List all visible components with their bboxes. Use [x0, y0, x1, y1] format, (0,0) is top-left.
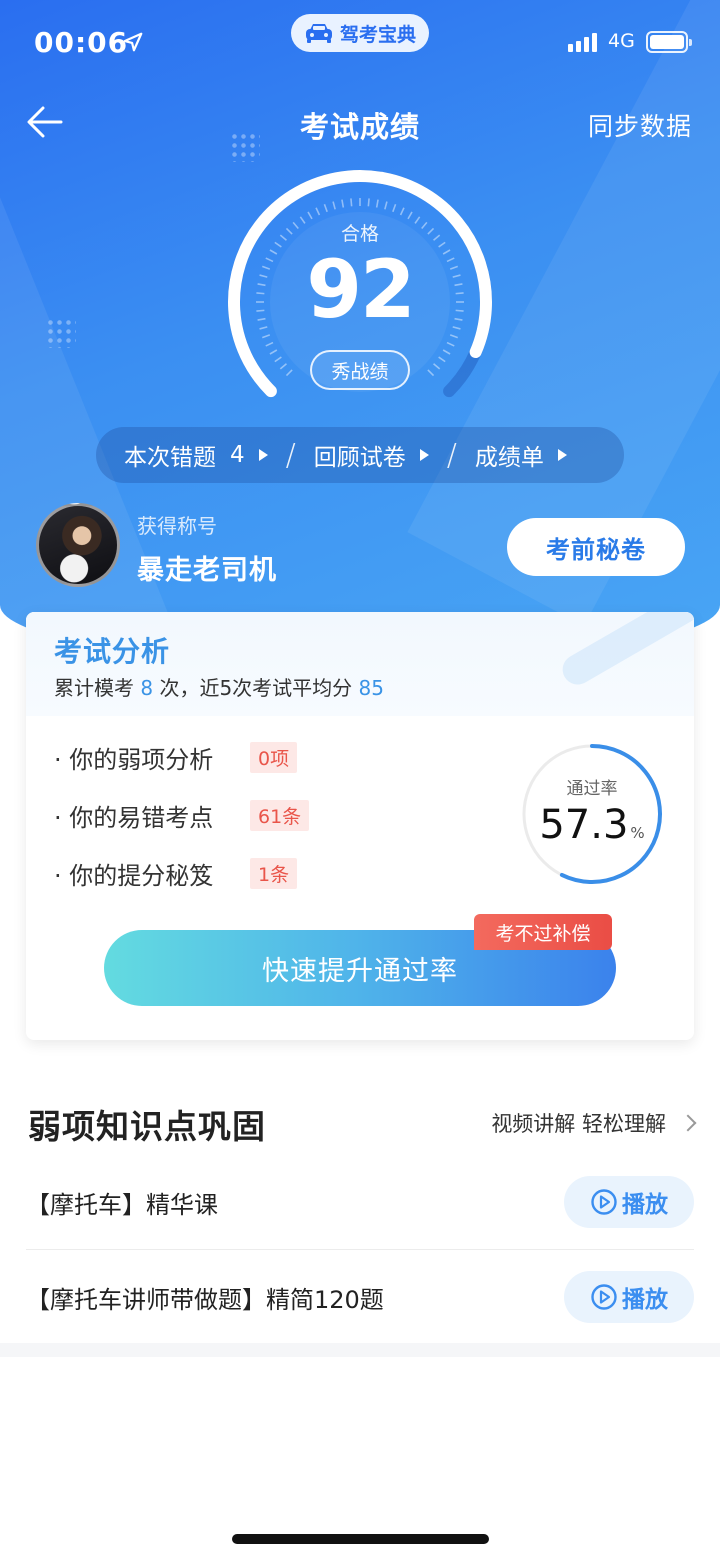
- error-prone-points[interactable]: · 你的易错考点 61条: [54, 798, 310, 833]
- gauge-tick: [285, 369, 293, 377]
- result-links-bar: 本次错题 4 / 回顾试卷 / 成绩单: [96, 427, 624, 483]
- network-type: 4G: [608, 30, 635, 52]
- item-label: · 你的弱项分析: [54, 746, 214, 774]
- caret-right-icon: [557, 449, 567, 461]
- wrong-questions-count: 4: [230, 442, 245, 468]
- signal-icon: [568, 32, 597, 52]
- course-name: 【摩托车讲师带做题】精简120题: [26, 1285, 384, 1314]
- gauge-tick: [427, 369, 435, 377]
- car-icon: [305, 24, 332, 43]
- item-label: · 你的提分秘笈: [54, 862, 214, 890]
- title-caption: 获得称号: [137, 514, 217, 538]
- gauge-tick: [392, 203, 397, 213]
- gauge-tick: [350, 198, 353, 207]
- gauge-tick: [367, 198, 370, 207]
- gauge-tick: [269, 349, 278, 355]
- location-arrow-icon: [123, 32, 143, 52]
- analysis-summary: 累计模考 8 次，近5次考试平均分 85: [54, 672, 384, 701]
- compensation-badge: 考不过补偿: [474, 914, 612, 950]
- play-label: 播放: [622, 1192, 668, 1218]
- analysis-title: 考试分析: [54, 635, 171, 668]
- pass-rate-value: 57.3%: [520, 802, 664, 848]
- earned-title: 暴走老司机: [137, 555, 277, 586]
- exam-count: 8: [140, 676, 154, 700]
- gauge-tick: [265, 341, 274, 347]
- app-return-pill[interactable]: 驾考宝典: [291, 14, 429, 52]
- gauge-tick: [442, 349, 451, 355]
- review-paper-label: 回顾试卷: [313, 445, 406, 471]
- link-separator: /: [285, 437, 296, 473]
- status-bar: 00:06 驾考宝典 4G: [0, 0, 720, 86]
- status-time: 00:06: [34, 26, 129, 59]
- footer-band: [0, 1343, 720, 1357]
- gauge-tick: [375, 199, 379, 208]
- gauge-tick: [446, 341, 455, 347]
- weak-section-title: 弱项知识点巩固: [28, 1107, 266, 1146]
- wrong-questions-label: 本次错题: [124, 445, 216, 471]
- exam-analysis-card: 考试分析 累计模考 8 次，近5次考试平均分 85 · 你的弱项分析 0项 · …: [26, 612, 694, 1040]
- decorative-stripe: [557, 612, 694, 690]
- play-button[interactable]: 播放: [564, 1271, 694, 1323]
- gauge-tick: [274, 356, 282, 363]
- chevron-right-icon: [679, 1114, 697, 1132]
- gauge-tick: [384, 201, 388, 210]
- course-item[interactable]: 【摩托车】精华课 播放: [26, 1176, 694, 1228]
- divider: [26, 1249, 694, 1250]
- caret-right-icon: [419, 449, 429, 461]
- score-result: 合格: [340, 223, 379, 245]
- wrong-questions-link[interactable]: 本次错题 4: [124, 438, 268, 472]
- pass-rate-label: 通过率: [566, 779, 618, 799]
- summary-prefix: 累计模考: [54, 676, 134, 700]
- play-circle-icon: [591, 1189, 617, 1215]
- analysis-header: 考试分析 累计模考 8 次，近5次考试平均分 85: [26, 612, 694, 716]
- review-paper-link[interactable]: 回顾试卷: [314, 438, 429, 472]
- score-report-link[interactable]: 成绩单: [475, 438, 567, 472]
- avatar[interactable]: [36, 503, 120, 587]
- average-score: 85: [358, 676, 384, 700]
- play-button[interactable]: 播放: [564, 1176, 694, 1228]
- pass-rate-number: 57.3: [539, 802, 629, 848]
- weak-item-analysis[interactable]: · 你的弱项分析 0项: [54, 740, 298, 775]
- item-label: · 你的易错考点: [54, 804, 214, 832]
- show-score-button[interactable]: 秀战绩: [310, 350, 410, 390]
- gauge-tick: [323, 203, 328, 213]
- pass-rate-unit: %: [630, 824, 645, 842]
- app-pill-label: 驾考宝典: [339, 23, 416, 46]
- gauge-tick: [399, 207, 405, 216]
- gauge-tick: [449, 334, 459, 339]
- item-count-tag: 1条: [250, 858, 298, 889]
- gauge-tick: [341, 199, 345, 208]
- video-explain-label: 视频讲解 轻松理解: [491, 1112, 666, 1136]
- course-name: 【摩托车】精华课: [26, 1190, 218, 1219]
- play-label: 播放: [622, 1287, 668, 1313]
- link-separator: /: [446, 437, 457, 473]
- gauge-tick: [307, 211, 313, 220]
- score-value: 92: [306, 243, 415, 336]
- item-count-tag: 61条: [250, 800, 310, 831]
- caret-right-icon: [258, 449, 268, 461]
- home-indicator[interactable]: [232, 1534, 489, 1544]
- course-item[interactable]: 【摩托车讲师带做题】精简120题 播放: [26, 1271, 694, 1323]
- gauge-tick: [315, 207, 321, 216]
- video-explain-link[interactable]: 视频讲解 轻松理解: [491, 1108, 697, 1138]
- item-count-tag: 0项: [250, 742, 298, 773]
- gauge-tick: [438, 356, 446, 363]
- battery-icon: [646, 31, 692, 53]
- gauge-tick: [433, 363, 441, 370]
- score-report-label: 成绩单: [474, 445, 544, 471]
- gauge-tick: [332, 201, 336, 210]
- gauge-tick: [407, 211, 413, 220]
- gauge-tick: [261, 334, 271, 339]
- score-tips[interactable]: · 你的提分秘笈 1条: [54, 856, 298, 891]
- sync-data-button[interactable]: 同步数据: [588, 107, 692, 143]
- summary-middle: 次，近5次考试平均分: [159, 676, 353, 700]
- play-circle-icon: [591, 1284, 617, 1310]
- pre-exam-secret-button[interactable]: 考前秘卷: [507, 518, 685, 576]
- gauge-tick: [279, 363, 287, 370]
